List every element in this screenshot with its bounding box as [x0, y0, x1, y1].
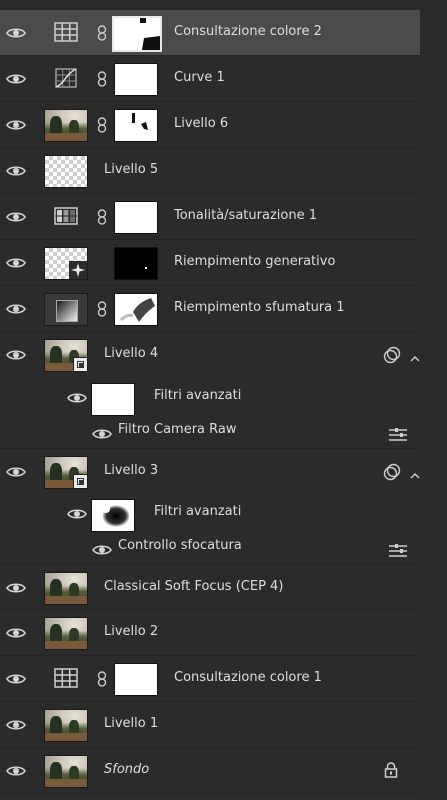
layer-name[interactable]: Livello 2 — [104, 624, 158, 639]
mask-link-icon[interactable] — [97, 25, 107, 41]
layer-name[interactable]: Livello 1 — [104, 716, 158, 731]
mask-link-icon[interactable] — [97, 117, 107, 133]
chevron-up-icon[interactable] — [410, 352, 420, 362]
layer-name[interactable]: Classical Soft Focus (CEP 4) — [104, 579, 283, 594]
color-lookup-grid-icon — [44, 16, 88, 49]
layers-panel: Consultazione colore 2 Curve 1 Livello 6… — [0, 0, 420, 800]
layer-name[interactable]: Livello 4 — [104, 346, 158, 361]
layer-row-tonalita-saturazione-1[interactable]: Tonalità/saturazione 1 — [0, 194, 420, 240]
layer-name[interactable]: Riempimento sfumatura 1 — [174, 300, 345, 315]
visibility-eye-icon[interactable] — [6, 581, 26, 595]
visibility-eye-icon[interactable] — [6, 72, 26, 86]
visibility-eye-icon[interactable] — [6, 672, 26, 686]
layer-mask-thumbnail[interactable] — [114, 109, 158, 142]
layer-row-livello-2[interactable]: Livello 2 — [0, 610, 420, 656]
layer-row-curve-1[interactable]: Curve 1 — [0, 56, 420, 102]
layer-name[interactable]: Sfondo — [104, 762, 149, 777]
layer-row-sfondo[interactable]: Sfondo — [0, 748, 420, 794]
layer-name[interactable]: Consultazione colore 2 — [174, 24, 322, 39]
layer-mask-thumbnail[interactable] — [114, 663, 158, 696]
visibility-eye-icon[interactable] — [6, 465, 26, 479]
layer-name[interactable]: Livello 5 — [104, 162, 158, 177]
layer-mask-thumbnail[interactable] — [114, 63, 158, 96]
layer-thumbnail[interactable] — [44, 109, 88, 142]
layer-name[interactable]: Livello 6 — [174, 116, 228, 131]
visibility-eye-icon[interactable] — [92, 543, 112, 557]
layer-name[interactable]: Filtri avanzati — [154, 388, 241, 403]
layer-name[interactable]: Tonalità/saturazione 1 — [174, 208, 317, 223]
layer-mask-thumbnail[interactable] — [114, 293, 158, 326]
layer-name[interactable]: Livello 3 — [104, 463, 158, 478]
visibility-eye-icon[interactable] — [6, 164, 26, 178]
layer-thumbnail[interactable] — [44, 155, 88, 188]
visibility-eye-icon[interactable] — [6, 348, 26, 362]
layer-row-consultazione-colore-1[interactable]: Consultazione colore 1 — [0, 656, 420, 702]
layer-row-riempimento-sfumatura-1[interactable]: Riempimento sfumatura 1 — [0, 286, 420, 332]
visibility-eye-icon[interactable] — [6, 118, 26, 132]
smart-filters-row[interactable]: Filtri avanzati — [0, 378, 420, 418]
visibility-eye-icon[interactable] — [6, 764, 26, 778]
layer-row-livello-3[interactable]: Livello 3 — [0, 448, 420, 494]
smart-filters-row[interactable]: Filtri avanzati — [0, 494, 420, 534]
layer-row-livello-1[interactable]: Livello 1 — [0, 702, 420, 748]
visibility-eye-icon[interactable] — [6, 210, 26, 224]
panel-gutter — [420, 0, 447, 800]
smart-filter-effects-icon[interactable] — [383, 346, 401, 364]
smart-object-badge-icon — [73, 474, 87, 488]
layer-thumbnail[interactable] — [44, 617, 88, 650]
layer-row-riempimento-generativo[interactable]: Riempimento generativo — [0, 240, 420, 286]
filter-mask-thumbnail[interactable] — [91, 383, 135, 416]
color-lookup-grid-icon — [44, 662, 88, 695]
layer-mask-thumbnail[interactable] — [114, 247, 158, 280]
layer-name[interactable]: Filtri avanzati — [154, 504, 241, 519]
filter-mask-thumbnail[interactable] — [91, 499, 135, 532]
layer-row-classical-soft-focus[interactable]: Classical Soft Focus (CEP 4) — [0, 564, 420, 610]
layer-name[interactable]: Filtro Camera Raw — [118, 422, 237, 437]
layer-name[interactable]: Consultazione colore 1 — [174, 670, 322, 685]
visibility-eye-icon[interactable] — [67, 507, 87, 521]
chevron-up-icon[interactable] — [410, 469, 420, 479]
visibility-eye-icon[interactable] — [6, 626, 26, 640]
visibility-eye-icon[interactable] — [6, 718, 26, 732]
curves-icon — [44, 62, 88, 95]
mask-link-icon[interactable] — [97, 671, 107, 687]
filter-row-controllo-sfocatura[interactable]: Controllo sfocatura — [0, 534, 420, 564]
layer-mask-thumbnail[interactable] — [114, 201, 158, 234]
smart-object-badge-icon — [73, 357, 87, 371]
blending-options-icon[interactable] — [388, 543, 408, 557]
layer-mask-thumbnail[interactable] — [112, 16, 162, 52]
visibility-eye-icon[interactable] — [6, 302, 26, 316]
visibility-eye-icon[interactable] — [92, 427, 112, 441]
layer-thumbnail[interactable] — [44, 456, 88, 489]
layer-row-livello-4[interactable]: Livello 4 — [0, 332, 420, 378]
visibility-eye-icon[interactable] — [67, 391, 87, 405]
layer-row-livello-5[interactable]: Livello 5 — [0, 148, 420, 194]
mask-link-icon[interactable] — [97, 209, 107, 225]
layer-name[interactable]: Riempimento generativo — [174, 254, 335, 269]
hue-saturation-icon — [44, 200, 88, 233]
layer-thumbnail[interactable] — [44, 247, 88, 280]
visibility-eye-icon[interactable] — [6, 256, 26, 270]
layer-thumbnail[interactable] — [44, 755, 88, 788]
gradient-fill-icon[interactable] — [44, 293, 88, 326]
layer-thumbnail[interactable] — [44, 709, 88, 742]
mask-link-icon[interactable] — [97, 71, 107, 87]
filter-row-camera-raw[interactable]: Filtro Camera Raw — [0, 418, 420, 448]
lock-icon[interactable] — [384, 762, 398, 778]
layer-row-consultazione-colore-2[interactable]: Consultazione colore 2 — [0, 10, 420, 56]
visibility-eye-icon[interactable] — [6, 26, 26, 40]
layer-row-livello-6[interactable]: Livello 6 — [0, 102, 420, 148]
layer-thumbnail[interactable] — [44, 339, 88, 372]
layer-name[interactable]: Controllo sfocatura — [118, 538, 242, 553]
mask-link-icon[interactable] — [97, 301, 107, 317]
generative-sparkle-icon — [69, 261, 87, 279]
layer-name[interactable]: Curve 1 — [174, 70, 225, 85]
smart-filter-effects-icon[interactable] — [383, 463, 401, 481]
layer-thumbnail[interactable] — [44, 572, 88, 605]
blending-options-icon[interactable] — [388, 427, 408, 441]
